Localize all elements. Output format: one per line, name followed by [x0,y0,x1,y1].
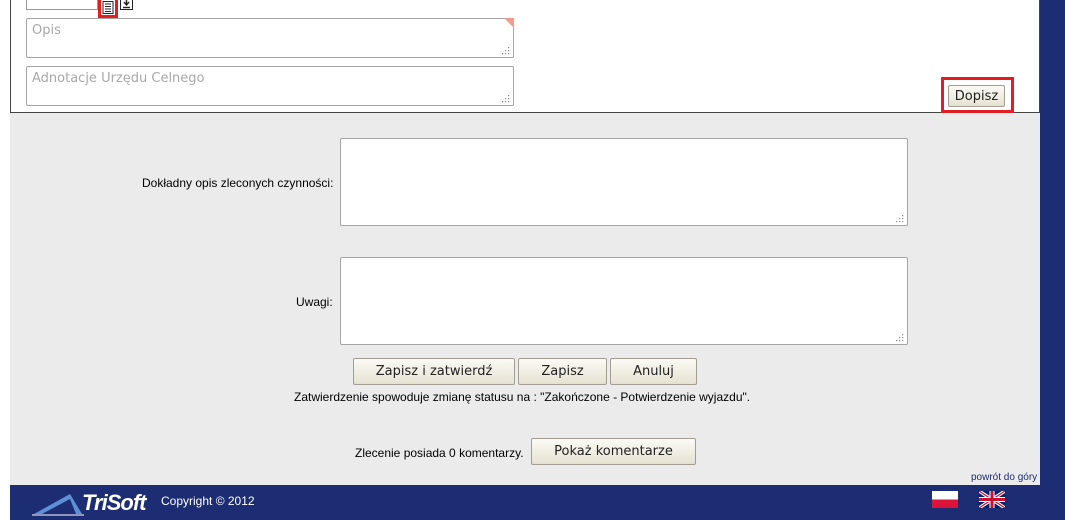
required-flag-icon [504,18,514,28]
right-side-bar [1040,0,1065,520]
attachment-panel: Opis Adnotacje Urzędu Celnego Dopisz [10,0,1040,113]
footer: TriSoft Copyright © 2012 [10,485,1065,520]
trisoft-logo-icon [32,494,84,516]
opis-textarea[interactable]: Opis [26,18,514,58]
status-change-note: Zatwierdzenie spowoduje zmianę statusu n… [294,390,751,404]
resize-grip-icon[interactable] [500,45,510,55]
page: Opis Adnotacje Urzędu Celnego Dopisz Dok… [0,0,1065,520]
uwagi-label: Uwagi: [296,295,333,309]
download-icon[interactable] [120,0,133,10]
trisoft-logo[interactable]: TriSoft [32,488,150,516]
adnotacje-placeholder: Adnotacje Urzędu Celnego [32,71,205,86]
opis-czynnosci-label: Dokładny opis zleconych czynności: [142,176,334,190]
comments-count-text: Zlecenie posiada 0 komentarzy. [355,446,524,460]
opis-czynnosci-textarea[interactable] [340,138,908,226]
resize-grip-icon[interactable] [894,213,904,223]
logo-text: TriSoft [82,490,146,515]
save-button[interactable]: Zapisz [518,358,607,385]
resize-grip-icon[interactable] [894,332,904,342]
adnotacje-textarea[interactable]: Adnotacje Urzędu Celnego [26,66,514,106]
document-icon [102,1,114,14]
resize-grip-icon[interactable] [500,93,510,103]
opis-placeholder: Opis [32,23,61,38]
copyright-text: Copyright © 2012 [161,494,255,508]
flag-pl-icon[interactable] [932,491,958,508]
left-margin [0,0,10,485]
flag-uk-icon[interactable] [979,491,1005,508]
dopisz-button[interactable]: Dopisz [948,85,1005,107]
save-and-confirm-button[interactable]: Zapisz i zatwierdź [353,358,515,385]
show-comments-button[interactable]: Pokaż komentarze [531,438,696,465]
back-to-top-link[interactable]: powrót do góry [971,472,1037,483]
dopisz-highlight: Dopisz [941,77,1014,113]
uwagi-textarea[interactable] [340,257,908,345]
cancel-button[interactable]: Anuluj [610,358,697,385]
file-name-input[interactable] [26,0,98,10]
document-button[interactable] [98,0,118,18]
